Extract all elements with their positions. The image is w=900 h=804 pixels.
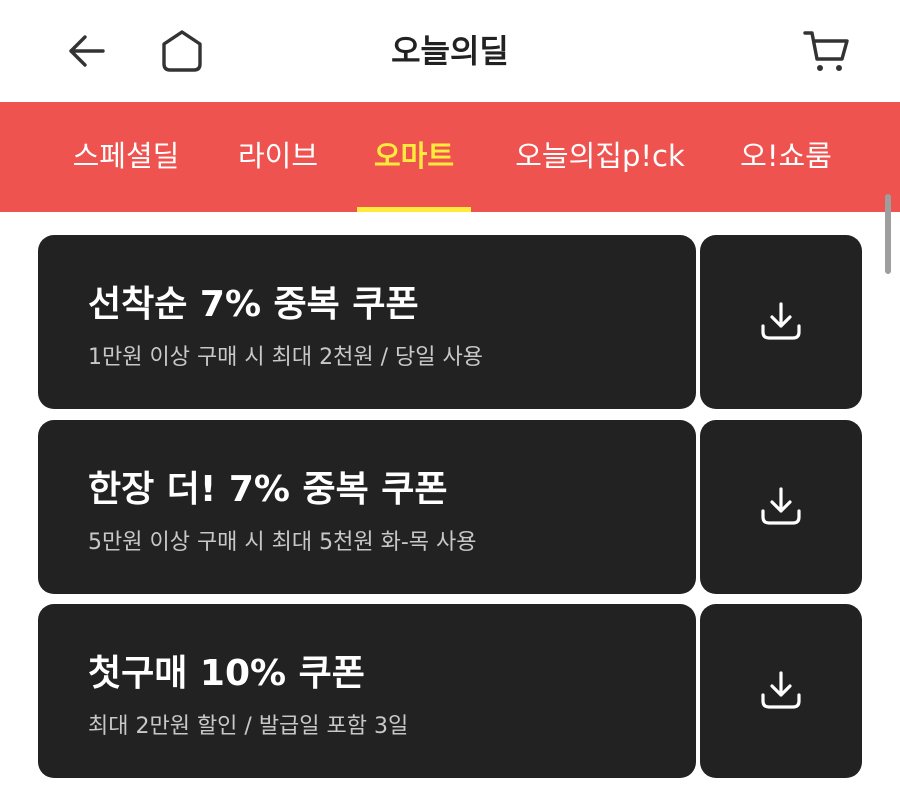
coupon-info: 한장 더! 7% 중복 쿠폰 5만원 이상 구매 시 최대 5천원 화-목 사용 bbox=[38, 420, 696, 594]
category-tab-bar: 스페셜딜 라이브 오마트 오늘의집p!ck 오!쇼룸 bbox=[0, 102, 900, 212]
tab-live[interactable]: 라이브 bbox=[218, 102, 338, 212]
coupon-card: 선착순 7% 중복 쿠폰 1만원 이상 구매 시 최대 2천원 / 당일 사용 bbox=[38, 235, 862, 409]
tab-omart[interactable]: 오마트 bbox=[357, 102, 471, 212]
back-button[interactable] bbox=[58, 23, 114, 79]
coupon-title: 한장 더! 7% 중복 쿠폰 bbox=[88, 469, 448, 510]
home-button[interactable] bbox=[154, 23, 210, 79]
coupon-download-button[interactable] bbox=[700, 420, 862, 594]
scrollbar[interactable] bbox=[885, 194, 891, 274]
coupon-description: 최대 2만원 할인 / 발급일 포함 3일 bbox=[88, 714, 409, 739]
download-icon bbox=[761, 302, 801, 340]
page-title: 오늘의딜 bbox=[391, 32, 509, 70]
download-icon bbox=[761, 487, 801, 525]
coupon-card: 한장 더! 7% 중복 쿠폰 5만원 이상 구매 시 최대 5천원 화-목 사용 bbox=[38, 420, 862, 594]
cart-icon bbox=[803, 31, 849, 71]
download-icon bbox=[761, 671, 801, 709]
cart-button[interactable] bbox=[798, 23, 854, 79]
arrow-left-icon bbox=[69, 35, 105, 67]
coupon-download-button[interactable] bbox=[700, 235, 862, 409]
tab-ohouse-pick[interactable]: 오늘의집p!ck bbox=[502, 102, 698, 212]
coupon-download-button[interactable] bbox=[700, 604, 862, 778]
coupon-description: 1만원 이상 구매 시 최대 2천원 / 당일 사용 bbox=[88, 345, 483, 370]
tab-o-showroom[interactable]: 오!쇼룸 bbox=[728, 102, 844, 212]
coupon-card: 첫구매 10% 쿠폰 최대 2만원 할인 / 발급일 포함 3일 bbox=[38, 604, 862, 778]
coupon-description: 5만원 이상 구매 시 최대 5천원 화-목 사용 bbox=[88, 530, 477, 555]
coupon-info: 선착순 7% 중복 쿠폰 1만원 이상 구매 시 최대 2천원 / 당일 사용 bbox=[38, 235, 696, 409]
coupon-title: 선착순 7% 중복 쿠폰 bbox=[88, 284, 419, 325]
tab-special-deal[interactable]: 스페셜딜 bbox=[56, 102, 196, 212]
app-header: 오늘의딜 bbox=[0, 0, 900, 102]
coupon-title: 첫구매 10% 쿠폰 bbox=[88, 653, 365, 694]
active-tab-indicator bbox=[357, 207, 471, 212]
home-icon bbox=[162, 30, 202, 72]
coupon-info: 첫구매 10% 쿠폰 최대 2만원 할인 / 발급일 포함 3일 bbox=[38, 604, 696, 778]
